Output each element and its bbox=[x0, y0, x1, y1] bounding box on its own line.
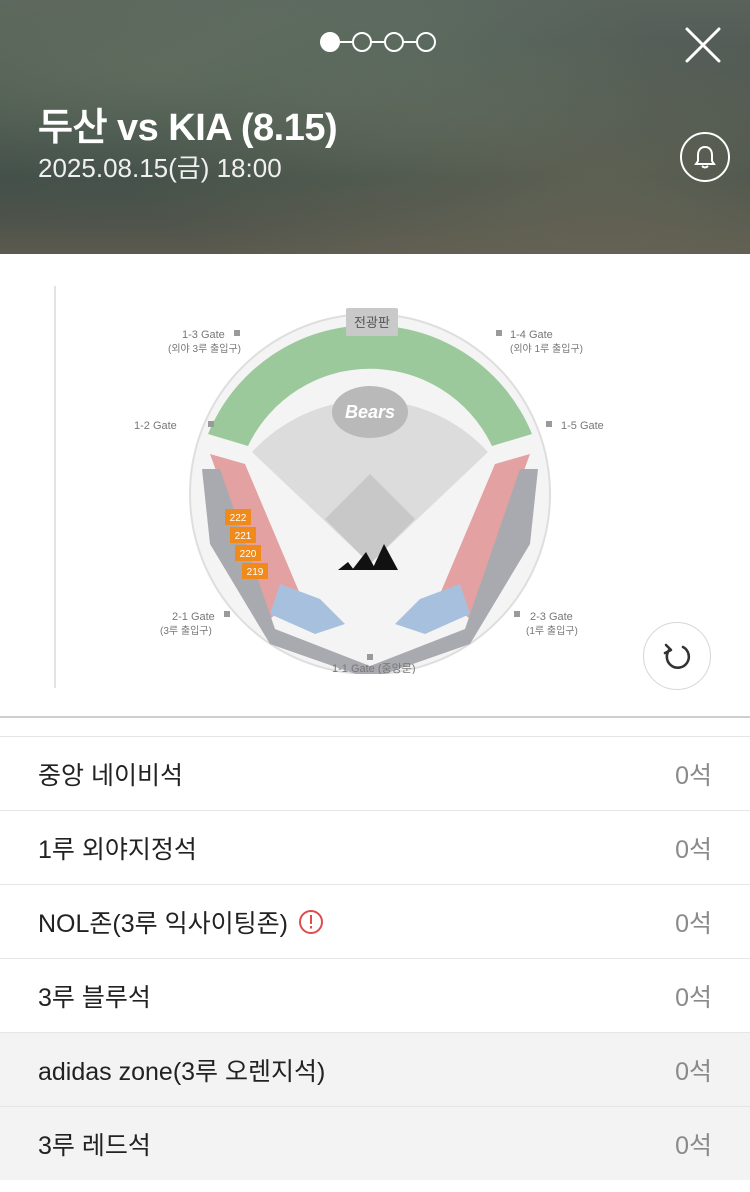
event-datetime: 2025.08.15(금) 18:00 bbox=[38, 153, 282, 183]
seat-grade-row[interactable]: NOL존(3루 익사이팅존) 0석 bbox=[0, 884, 750, 958]
event-header: 두산 vs KIA (8.15) 2025.08.15(금) 18:00 bbox=[0, 0, 750, 254]
seat-grade-list: 중앙 네이비석 0석 1루 외야지정석 0석 NOL존(3루 익사이팅존) 0석… bbox=[0, 736, 750, 1180]
seat-count: 0석 bbox=[675, 761, 712, 790]
seat-grade-row[interactable]: 3루 블루석 0석 bbox=[0, 958, 750, 1032]
section-label: 219 bbox=[247, 567, 264, 578]
seat-count: 0석 bbox=[675, 1131, 712, 1160]
seat-grade-row[interactable]: adidas zone(3루 오렌지석) 0석 bbox=[0, 1032, 750, 1106]
seat-grade-label: 1루 외야지정석 bbox=[38, 835, 197, 864]
gate-label: 1-2 Gate bbox=[134, 420, 177, 432]
gate-sublabel: (3루 출입구) bbox=[160, 624, 212, 637]
section-label: 222 bbox=[230, 513, 247, 524]
page-indicator bbox=[320, 32, 436, 52]
gate-label: 1-3 Gate bbox=[182, 329, 225, 341]
section-label: 220 bbox=[240, 549, 257, 560]
seat-grade-row[interactable]: 3루 레드석 0석 bbox=[0, 1106, 750, 1180]
seat-count: 0석 bbox=[675, 835, 712, 864]
gate-label: 1-4 Gate bbox=[510, 329, 553, 341]
seat-grade-label-wrap: NOL존(3루 익사이팅존) bbox=[38, 904, 675, 940]
seat-grade-label: 중앙 네이비석 bbox=[38, 761, 183, 790]
seat-grade-label: NOL존(3루 익사이팅존) bbox=[38, 909, 288, 938]
stadium-map[interactable]: 전광판 222 221 220 219 Bears 1-3 Gate (외야 3… bbox=[120, 294, 620, 674]
event-title: 두산 vs KIA (8.15) bbox=[38, 107, 338, 149]
gate-sublabel: (외야 1루 출입구) bbox=[510, 342, 583, 355]
seat-count: 0석 bbox=[675, 909, 712, 938]
seat-grade-label: 3루 레드석 bbox=[38, 1131, 151, 1160]
gate-label: 1-1 Gate (중앙문) bbox=[332, 662, 416, 674]
page-dot-4[interactable] bbox=[416, 32, 436, 52]
stadium-map-panel: 전광판 222 221 220 219 Bears 1-3 Gate (외야 3… bbox=[0, 254, 750, 718]
seat-grade-row[interactable]: 1루 외야지정석 0석 bbox=[0, 810, 750, 884]
seat-grade-row[interactable]: 중앙 네이비석 0석 bbox=[0, 736, 750, 810]
page-dot-1[interactable] bbox=[320, 32, 340, 52]
alert-icon[interactable] bbox=[298, 909, 324, 935]
seat-count: 0석 bbox=[675, 983, 712, 1012]
seat-count: 0석 bbox=[675, 1057, 712, 1086]
gate-label: 2-1 Gate bbox=[172, 611, 215, 623]
close-icon[interactable] bbox=[684, 26, 722, 64]
section-label: 221 bbox=[235, 531, 252, 542]
gate-sublabel: (1루 출입구) bbox=[526, 624, 578, 637]
scoreboard-label: 전광판 bbox=[354, 315, 390, 330]
seat-grade-label: 3루 블루석 bbox=[38, 983, 151, 1012]
gate-sublabel: (외야 3루 출입구) bbox=[168, 342, 241, 355]
gate-label: 2-3 Gate bbox=[530, 611, 573, 623]
section-divider bbox=[0, 716, 750, 718]
refresh-icon[interactable] bbox=[643, 622, 711, 690]
seat-grade-label: adidas zone(3루 오렌지석) bbox=[38, 1057, 326, 1086]
gate-label: 1-5 Gate bbox=[561, 420, 604, 432]
page-dot-2[interactable] bbox=[352, 32, 372, 52]
bell-icon[interactable] bbox=[680, 132, 730, 182]
team-logo: Bears bbox=[345, 402, 395, 422]
page-dot-3[interactable] bbox=[384, 32, 404, 52]
